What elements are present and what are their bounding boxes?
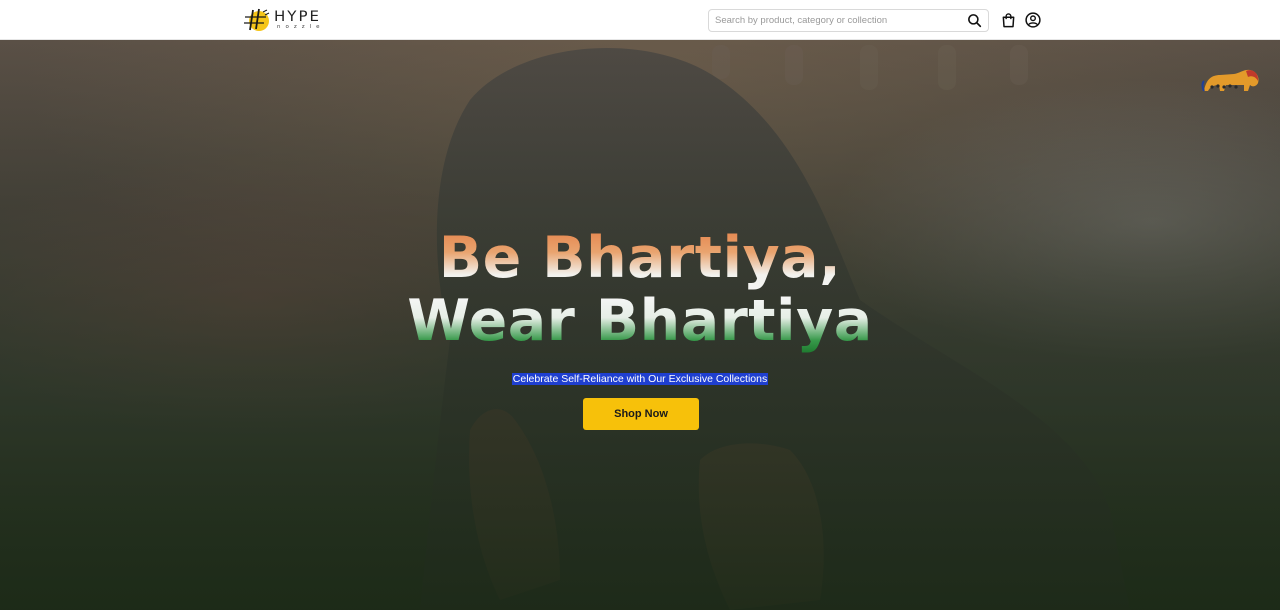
hero-headline-line-2: Wear Bhartiya [407, 288, 873, 354]
hero-headline: Be Bhartiya, Wear Bhartiya [0, 227, 1280, 353]
logo-text: HYPE nozzle [274, 9, 325, 31]
search-bar [708, 9, 989, 32]
site-header: HYPE nozzle [0, 0, 1280, 40]
hero-subtitle: Celebrate Self-Reliance with Our Exclusi… [511, 373, 769, 385]
search-input[interactable] [709, 10, 965, 31]
hero-subtitle-wrapper: Celebrate Self-Reliance with Our Exclusi… [0, 369, 1280, 387]
brand-logo[interactable]: HYPE nozzle [242, 6, 342, 34]
hero-headline-line-1: Be Bhartiya, [438, 225, 842, 291]
user-icon[interactable] [1025, 12, 1041, 28]
make-in-india-lion-icon [1201, 69, 1259, 92]
hero-banner: Be Bhartiya, Wear Bhartiya Celebrate Sel… [0, 40, 1280, 610]
logo-subword: nozzle [277, 24, 325, 31]
logo-word: HYPE [274, 7, 321, 25]
shop-now-button[interactable]: Shop Now [583, 398, 699, 430]
bag-icon[interactable] [1001, 12, 1016, 28]
logo-mark-icon [244, 8, 270, 31]
search-icon[interactable] [967, 13, 982, 28]
